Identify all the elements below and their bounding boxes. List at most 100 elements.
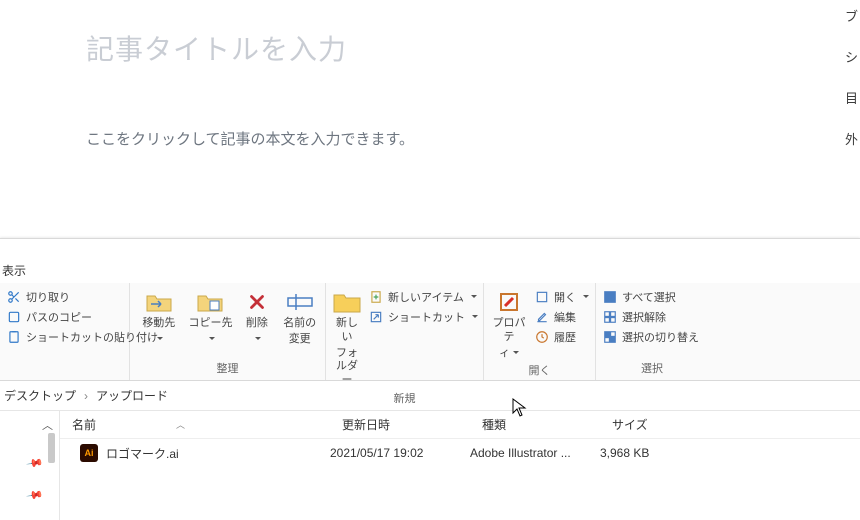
chevron-down-icon <box>252 333 261 347</box>
chevron-down-icon <box>510 347 519 359</box>
edit-icon <box>534 309 550 325</box>
ai-file-icon: Ai <box>80 444 98 462</box>
select-none-button[interactable]: 選択解除 <box>602 309 699 325</box>
new-folder-button[interactable]: 新しい フォルダー <box>332 287 362 388</box>
file-date: 2021/05/17 19:02 <box>330 446 470 460</box>
scrollbar[interactable] <box>48 433 55 463</box>
column-date[interactable]: 更新日時 <box>330 416 470 433</box>
properties-icon <box>494 289 524 315</box>
file-size: 3,968 KB <box>600 446 720 460</box>
rename-button[interactable]: 名前の 変更 <box>280 287 319 347</box>
select-all-button[interactable]: すべて選択 <box>602 289 699 305</box>
ribbon-group-clipboard: 切り取り パスのコピー ショートカットの貼り付け <box>0 283 130 380</box>
invert-selection-button[interactable]: 選択の切り替え <box>602 329 699 345</box>
delete-label: 削除 <box>246 317 268 331</box>
new-shortcut-button[interactable]: ショートカット <box>368 309 478 325</box>
select-none-label: 選択解除 <box>622 309 666 325</box>
organize-group-label: 整理 <box>136 358 319 380</box>
column-size[interactable]: サイズ <box>600 416 720 433</box>
ribbon-group-organize: 移動先 コピー先 削除 <box>130 283 326 380</box>
properties-label-1: プロパテ <box>490 317 528 345</box>
chevron-down-icon <box>469 311 478 323</box>
properties-label-2: ィ <box>499 347 510 359</box>
chevron-down-icon <box>468 291 477 303</box>
invert-selection-icon <box>602 329 618 345</box>
file-pane: ︿ 📌 📌 名前 ︿ 更新日時 種類 サイズ Ai ロゴマーク.ai <box>0 411 860 520</box>
open-icon <box>534 289 550 305</box>
side-link-0[interactable]: ブ <box>845 6 858 25</box>
cut-label: 切り取り <box>26 289 70 305</box>
path-icon <box>6 309 22 325</box>
copy-to-label: コピー先 <box>188 317 232 331</box>
article-body-input[interactable]: ここをクリックして記事の本文を入力できます。 <box>86 128 860 149</box>
shortcut-icon <box>368 309 384 325</box>
copy-to-icon <box>195 289 225 315</box>
properties-button[interactable]: プロパテ ィ <box>490 287 528 360</box>
edit-cmd-label: 編集 <box>554 309 576 325</box>
ribbon-group-new: 新しい フォルダー 新しいアイテム ショ <box>326 283 484 380</box>
select-none-icon <box>602 309 618 325</box>
new-item-label: 新しいアイテム <box>388 289 464 305</box>
open-cmd-label: 開く <box>554 289 576 305</box>
new-group-label: 新規 <box>332 388 477 410</box>
side-link-2[interactable]: 目 <box>845 88 858 107</box>
new-item-icon <box>368 289 384 305</box>
pin-icon: 📌 <box>26 486 45 505</box>
breadcrumb-item-upload[interactable]: アップロード <box>96 387 168 404</box>
move-to-label: 移動先 <box>142 317 175 331</box>
select-all-label: すべて選択 <box>622 289 676 305</box>
file-name: ロゴマーク.ai <box>106 445 179 462</box>
new-folder-icon <box>332 289 362 315</box>
collapse-icon[interactable]: ︿ <box>42 417 53 433</box>
ribbon-tabs: 表示 <box>0 239 860 283</box>
history-label: 履歴 <box>554 329 576 345</box>
tab-view[interactable]: 表示 <box>0 256 34 283</box>
invert-selection-label: 選択の切り替え <box>622 329 699 345</box>
new-folder-label-1: 新しい <box>332 317 362 345</box>
chevron-down-icon <box>580 291 589 303</box>
rename-label-2: 変更 <box>289 333 311 347</box>
new-folder-label-2: フォルダー <box>332 347 362 388</box>
ribbon: 切り取り パスのコピー ショートカットの貼り付け <box>0 283 860 381</box>
ribbon-group-open: プロパテ ィ 開く 編集 <box>484 283 596 380</box>
history-icon <box>534 329 550 345</box>
rename-icon <box>285 289 315 315</box>
delete-icon <box>242 289 272 315</box>
side-panel: ブ シ 目 外 <box>845 6 858 170</box>
copy-to-button[interactable]: コピー先 <box>188 287 234 347</box>
column-type[interactable]: 種類 <box>470 416 600 433</box>
shortcut-paste-icon <box>6 329 22 345</box>
side-link-3[interactable]: 外 <box>845 129 858 148</box>
edit-command-button[interactable]: 編集 <box>534 309 589 325</box>
new-item-button[interactable]: 新しいアイテム <box>368 289 478 305</box>
move-to-icon <box>144 289 174 315</box>
select-group-label: 選択 <box>602 358 702 380</box>
scissors-icon <box>6 289 22 305</box>
side-link-1[interactable]: シ <box>845 47 858 66</box>
file-explorer: 表示 切り取り パスのコピー <box>0 238 860 520</box>
editor-area: 記事タイトルを入力 ここをクリックして記事の本文を入力できます。 ブ シ 目 外 <box>0 0 860 238</box>
new-shortcut-label: ショートカット <box>388 309 465 325</box>
copy-path-label: パスのコピー <box>26 309 92 325</box>
chevron-down-icon <box>206 333 215 347</box>
column-name[interactable]: 名前 ︿ <box>60 416 330 433</box>
file-type: Adobe Illustrator ... <box>470 446 600 460</box>
select-all-icon <box>602 289 618 305</box>
open-command-button[interactable]: 開く <box>534 289 589 305</box>
move-to-button[interactable]: 移動先 <box>136 287 182 347</box>
pin-icon: 📌 <box>26 454 45 473</box>
open-group-label: 開く <box>490 360 589 382</box>
column-headers[interactable]: 名前 ︿ 更新日時 種類 サイズ <box>60 411 860 439</box>
sort-indicator-icon: ︿ <box>176 418 185 431</box>
delete-button[interactable]: 削除 <box>239 287 274 347</box>
chevron-down-icon <box>154 333 163 347</box>
chevron-right-icon: › <box>84 389 88 403</box>
nav-tree[interactable]: ︿ 📌 📌 <box>0 411 60 520</box>
article-title-input[interactable]: 記事タイトルを入力 <box>86 28 860 68</box>
breadcrumb-item-desktop[interactable]: デスクトップ <box>4 387 76 404</box>
file-list: 名前 ︿ 更新日時 種類 サイズ Ai ロゴマーク.ai 2021/05/17 … <box>60 411 860 520</box>
rename-label-1: 名前の <box>283 317 316 331</box>
ribbon-group-select: すべて選択 選択解除 選択の切り替え <box>596 283 708 380</box>
history-button[interactable]: 履歴 <box>534 329 589 345</box>
file-row[interactable]: Ai ロゴマーク.ai 2021/05/17 19:02 Adobe Illus… <box>60 439 860 467</box>
